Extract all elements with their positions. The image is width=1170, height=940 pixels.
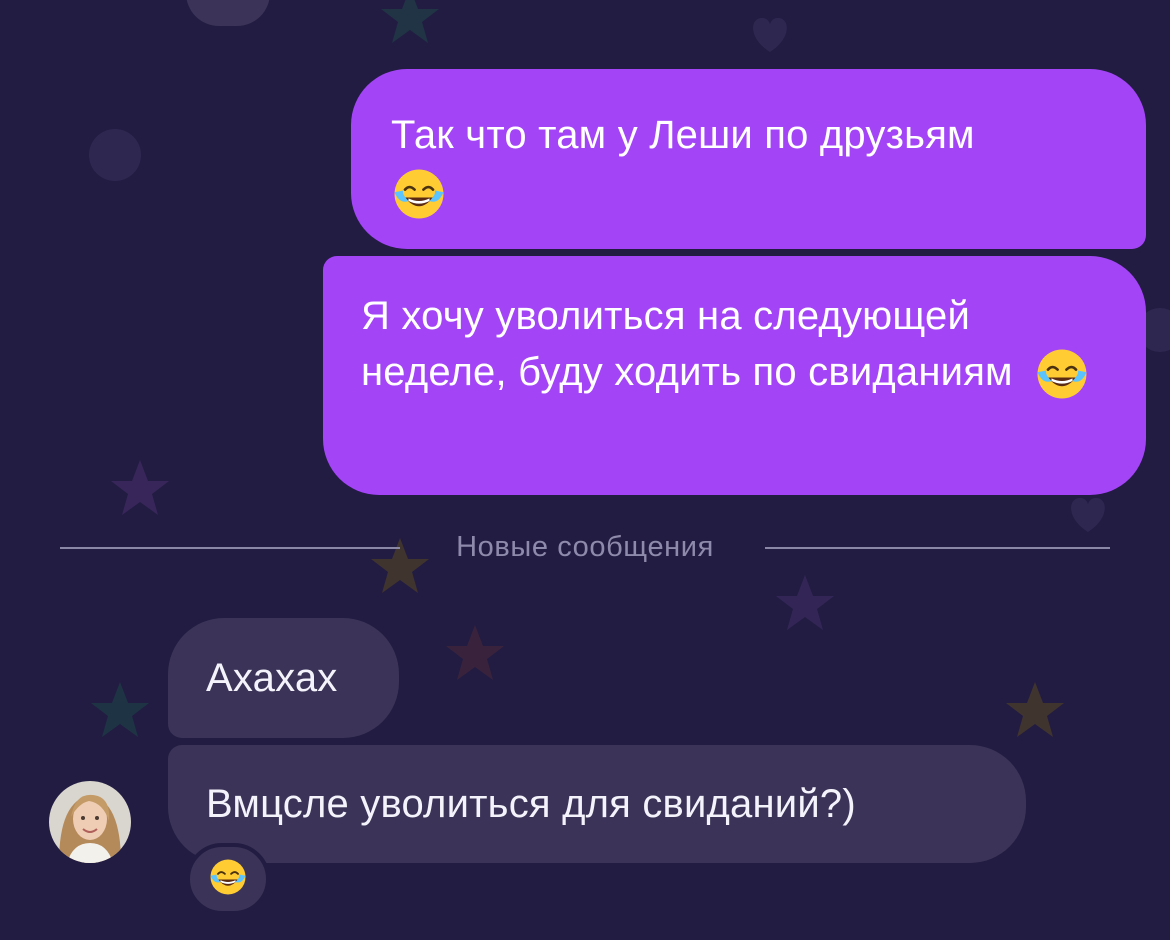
incoming-message[interactable]: Вмцсле уволиться для свиданий?) [168, 745, 1026, 863]
avatar[interactable] [49, 781, 131, 863]
face-with-tears-of-joy-icon [1034, 346, 1090, 402]
message-text: Так что там у Леши по друзьям [391, 113, 975, 157]
previous-reaction-chip[interactable] [186, 0, 270, 26]
message-reaction[interactable] [186, 843, 270, 915]
message-text: Вмцсле уволиться для свиданий?) [206, 782, 856, 826]
divider-line-right [765, 547, 1110, 549]
incoming-message[interactable]: Ахахах [168, 618, 399, 738]
outgoing-message[interactable]: Я хочу уволиться на следующей неделе, бу… [323, 256, 1146, 495]
face-with-tears-of-joy-icon [208, 857, 248, 902]
message-text: Ахахах [206, 656, 338, 700]
outgoing-message[interactable]: Так что там у Леши по друзьям [351, 69, 1146, 249]
new-messages-divider: Новые сообщения [60, 527, 1110, 567]
message-text: Я хочу уволиться на следующей неделе, бу… [361, 294, 1013, 394]
face-with-tears-of-joy-icon [391, 166, 447, 222]
